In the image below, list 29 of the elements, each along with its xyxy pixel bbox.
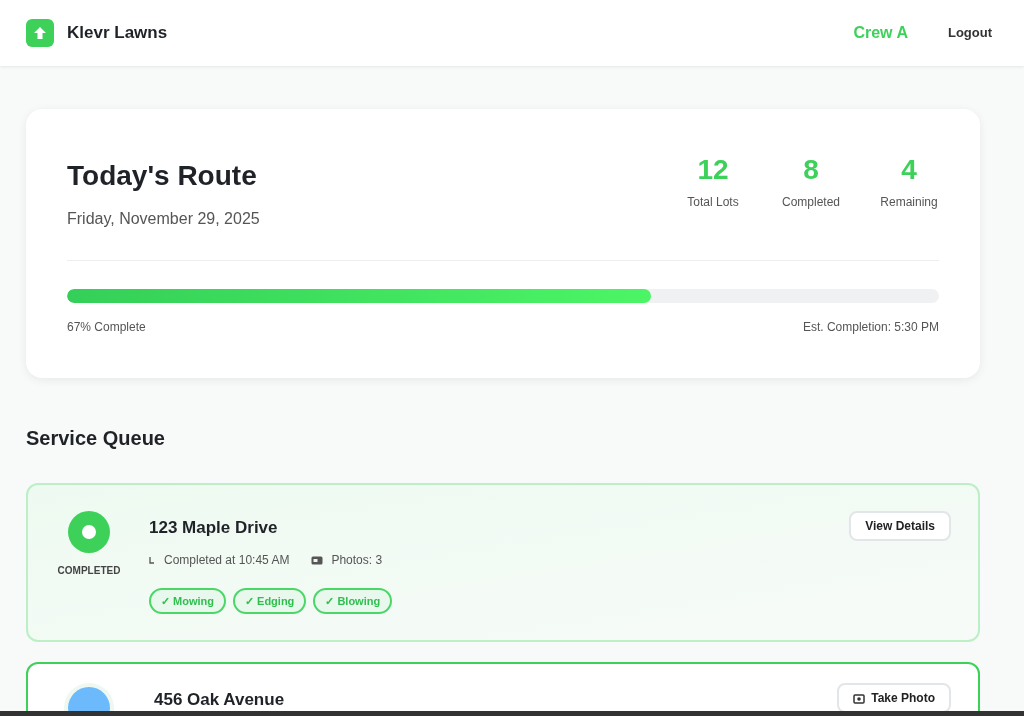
take-photo-button[interactable]: Take Photo <box>837 683 951 713</box>
stat-value: 12 <box>697 153 729 187</box>
photo-count: Photos: 3 <box>331 552 383 569</box>
brand-name: Klevr Lawns <box>67 22 168 45</box>
logout-button[interactable]: Logout <box>947 23 992 43</box>
clock-hand-icon <box>149 556 154 564</box>
service-tag: ✓ Blowing <box>313 588 393 614</box>
logo-icon <box>26 19 54 47</box>
view-details-button[interactable]: View Details <box>849 511 951 541</box>
section-title: Service Queue <box>26 426 166 451</box>
completion-time: Completed at 10:45 AM <box>164 552 290 569</box>
progress-label: 67% Complete <box>67 319 146 336</box>
address-title: 123 Maple Drive <box>149 517 278 539</box>
route-date: Friday, November 29, 2025 <box>67 209 260 229</box>
status-label: COMPLETED <box>57 564 121 578</box>
stat-label: Total Lots <box>687 194 739 211</box>
route-title: Today's Route <box>67 159 258 193</box>
service-tag: ✓ Edging <box>233 588 307 614</box>
camera-icon <box>853 692 866 704</box>
service-tag: ✓ Mowing <box>149 588 226 614</box>
photo-icon <box>311 555 324 565</box>
stat-label: Remaining <box>880 194 938 211</box>
stat-value: 8 <box>803 153 819 187</box>
completion-estimate: Est. Completion: 5:30 PM <box>802 319 939 336</box>
status-indicator-icon <box>68 511 110 553</box>
stat-label: Completed <box>782 194 840 211</box>
address-title: 456 Oak Avenue <box>154 689 285 711</box>
stat-value: 4 <box>901 153 917 187</box>
crew-label: Crew A <box>853 23 908 43</box>
